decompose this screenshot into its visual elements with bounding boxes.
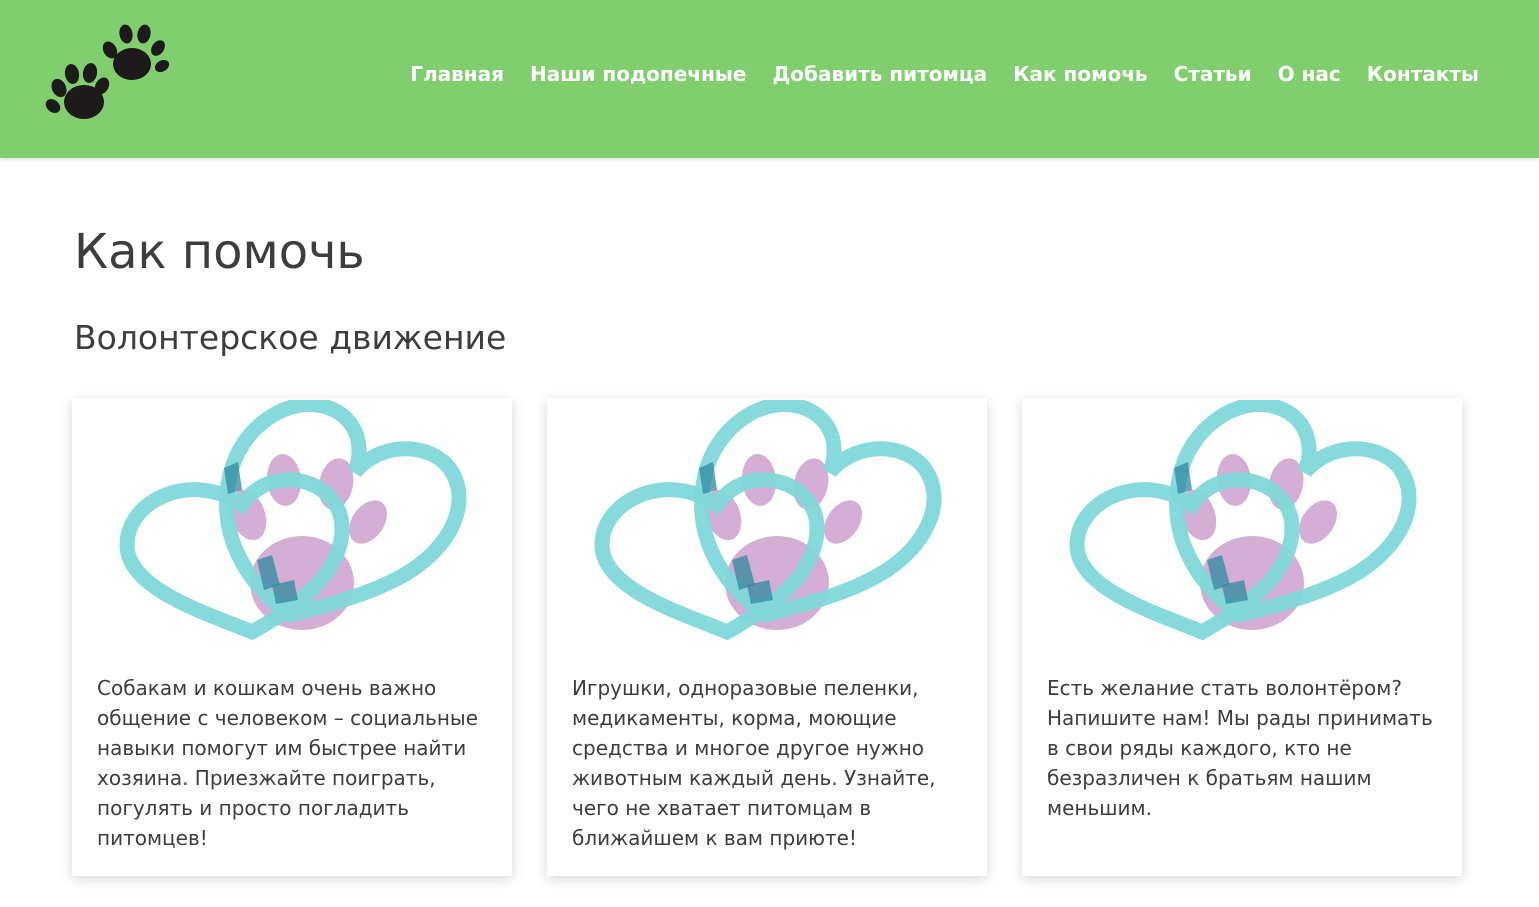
main-nav: Главная Наши подопечные Добавить питомца… [410,62,1479,86]
nav-item-about[interactable]: О нас [1278,62,1341,86]
page-title: Как помочь [74,224,365,280]
nav-item-contacts[interactable]: Контакты [1367,62,1479,86]
card-text: Есть желание стать волонтёром? Напишите … [1047,676,1433,820]
nav-item-how-to-help[interactable]: Как помочь [1013,62,1147,86]
nav-item-our-pets[interactable]: Наши подопечные [530,62,746,86]
site-header: Главная Наши подопечные Добавить питомца… [0,0,1539,158]
card-text: Собакам и кошкам очень важно общение с ч… [97,676,478,850]
nav-item-home[interactable]: Главная [410,62,504,86]
hearts-paw-illustration [112,400,472,645]
info-card-supplies: Игрушки, одноразовые пеленки, медикамент… [547,398,987,876]
info-card-volunteer: Есть желание стать волонтёром? Напишите … [1022,398,1462,876]
card-text: Игрушки, одноразовые пеленки, медикамент… [572,676,936,850]
paw-prints-logo[interactable] [40,20,172,132]
nav-item-articles[interactable]: Статьи [1174,62,1252,86]
nav-item-add-pet[interactable]: Добавить питомца [772,62,987,86]
hearts-paw-illustration [1062,400,1422,645]
hearts-paw-illustration [587,400,947,645]
info-card-socialization: Собакам и кошкам очень важно общение с ч… [72,398,512,876]
section-title: Волонтерское движение [74,318,507,357]
